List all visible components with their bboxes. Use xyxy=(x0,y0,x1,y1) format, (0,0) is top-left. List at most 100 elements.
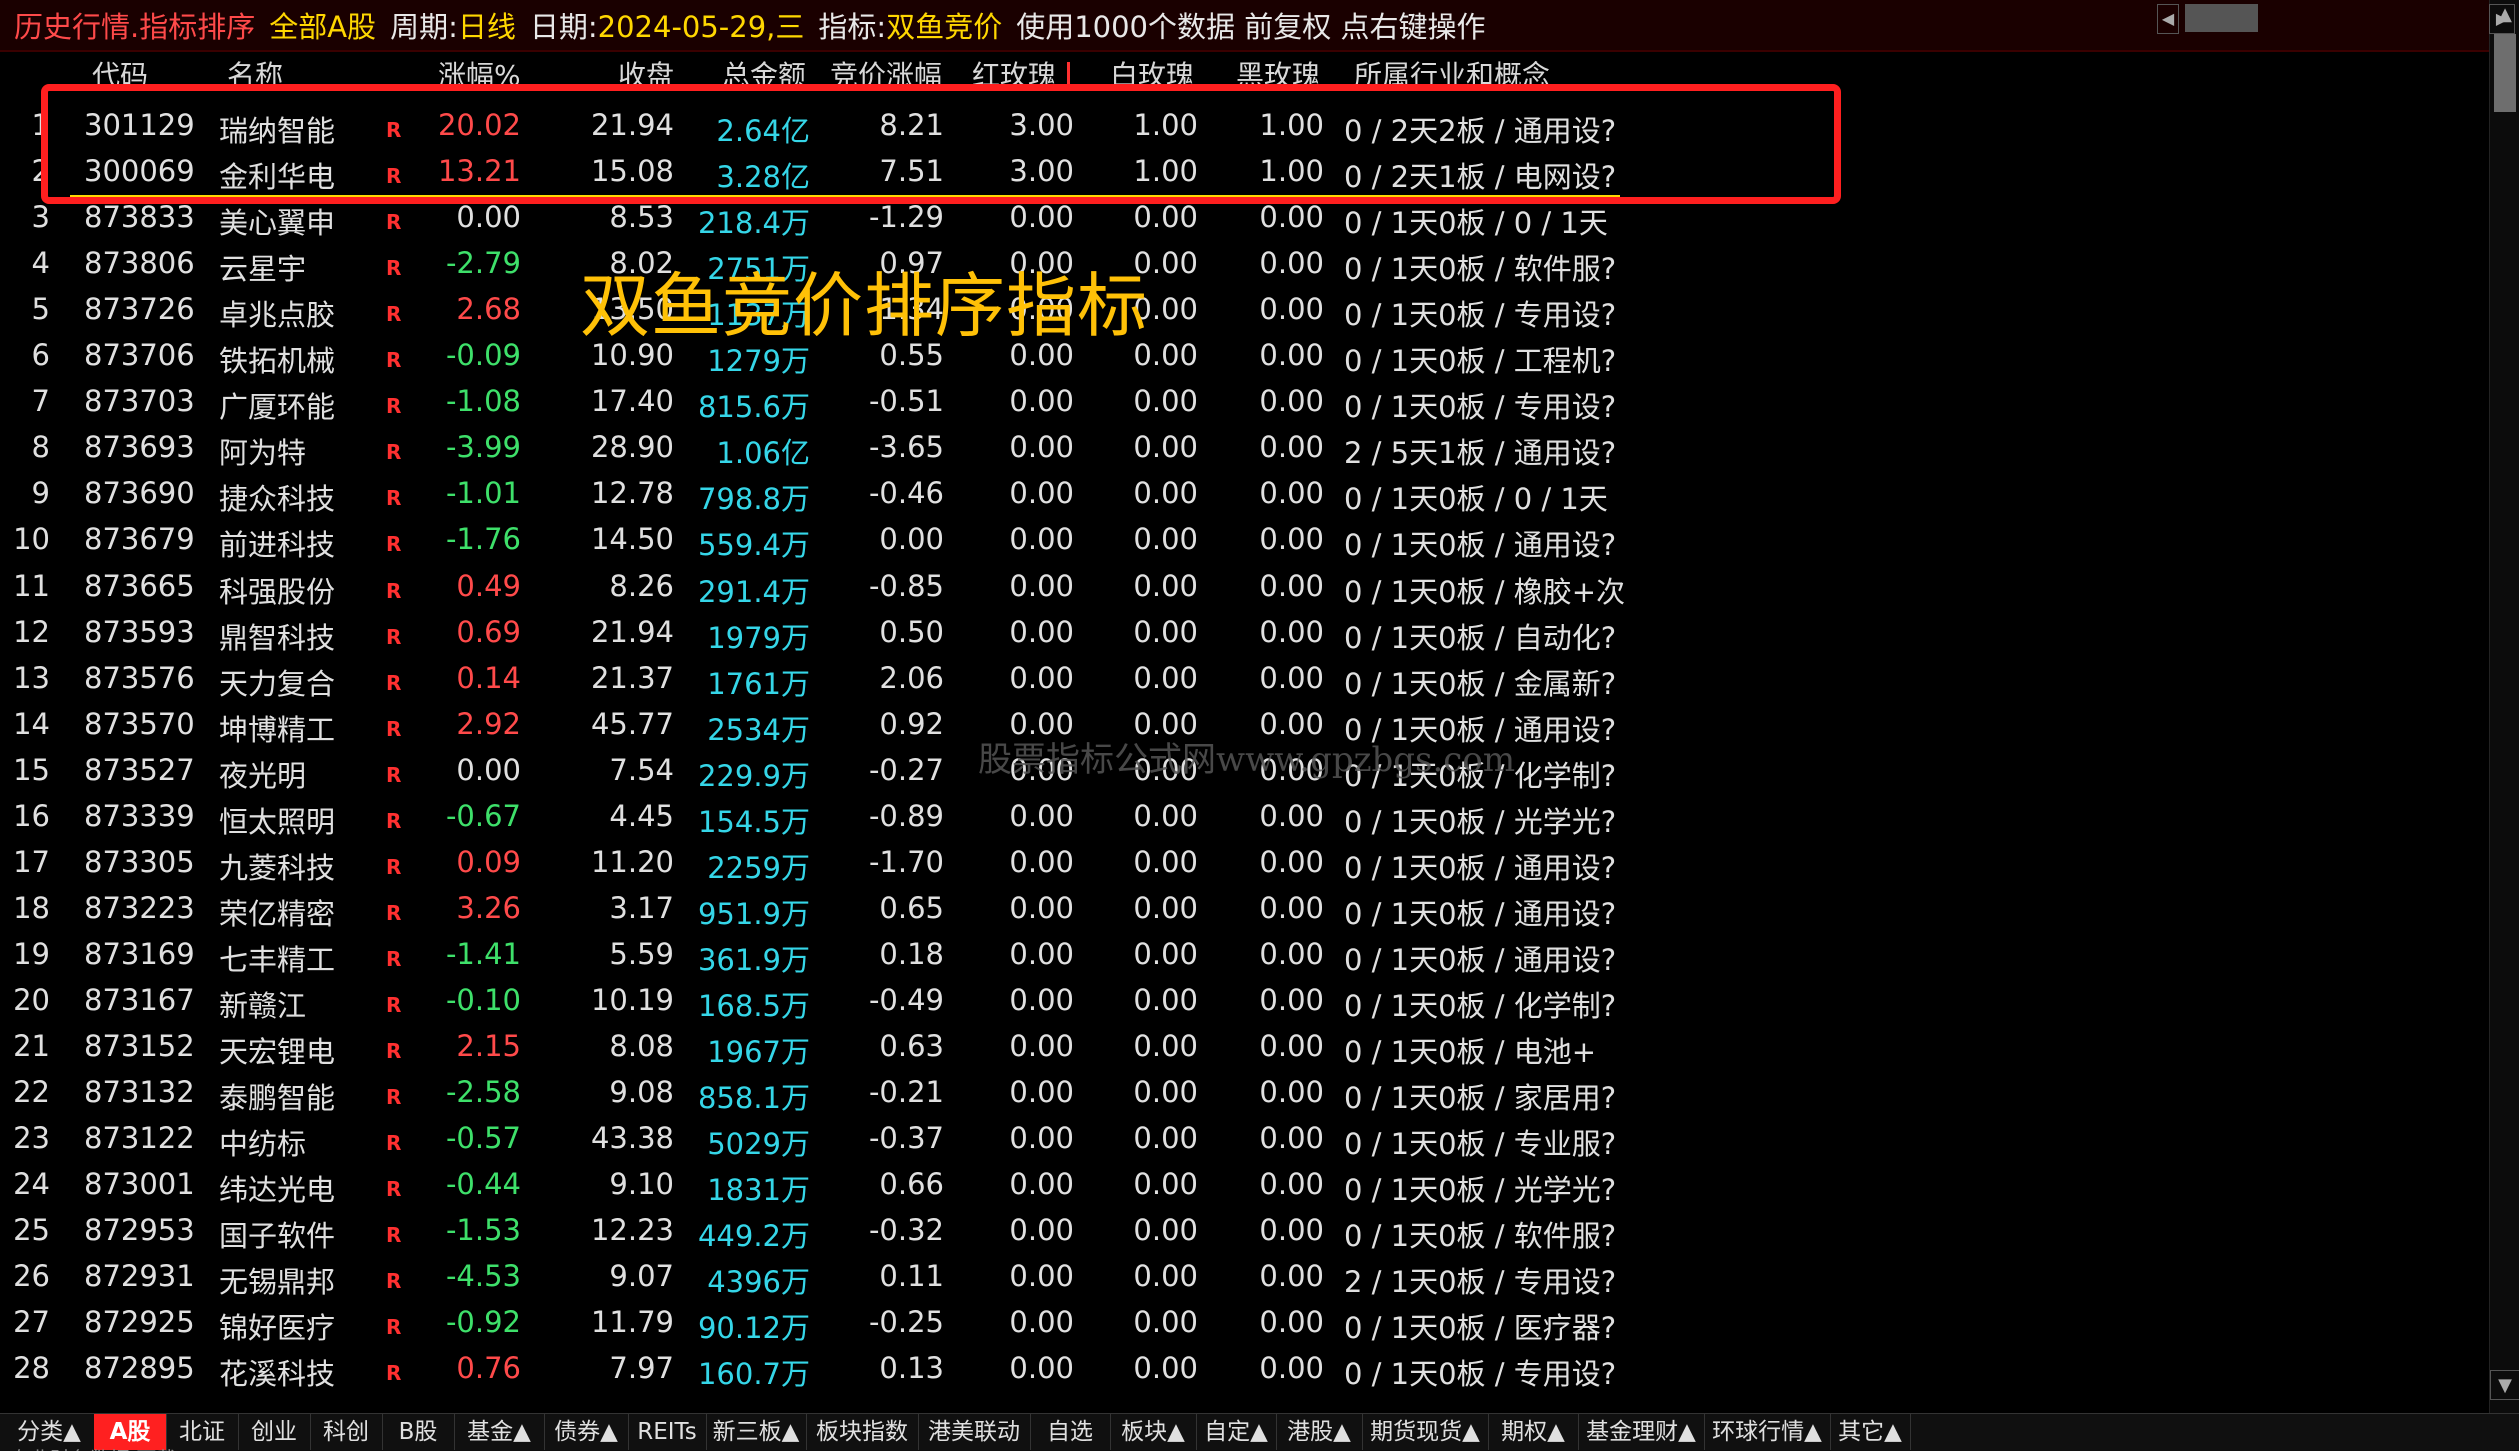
table-row[interactable]: 25 872953 国子软件 R -1.53 12.23 449.2万 -0.32 0.00 0.… xyxy=(0,1209,2480,1255)
row-index: 27 xyxy=(13,1305,50,1340)
black-rose: 0.00 xyxy=(1259,384,1324,419)
stock-name: 花溪科技 xyxy=(219,1357,336,1392)
table-row[interactable]: 8 873693 阿为特 R -3.99 28.90 1.06亿 -3.65 0.00 0.00 0… xyxy=(0,426,2480,472)
table-row[interactable]: 23 873122 中纺标 R -0.57 43.38 5029万 -0.37 0.00 0.00… xyxy=(0,1117,2480,1163)
black-rose: 0.00 xyxy=(1259,476,1324,511)
table-row[interactable]: 4 873806 云星宇 R -2.79 8.02 2751万 0.97 0.00 0.00 0.0… xyxy=(0,242,2480,288)
stock-code: 873570 xyxy=(84,706,195,741)
table-row[interactable]: 12 873593 鼎智科技 R 0.69 21.94 1979万 0.50 0.00 0.00 0… xyxy=(0,611,2480,657)
stock-name: 前进科技 xyxy=(219,528,336,563)
triangle-down-icon[interactable]: ▼ xyxy=(2490,1370,2519,1400)
stock-code: 873167 xyxy=(84,982,195,1017)
table-row[interactable]: 5 873726 卓兆点胶 R 2.68 13.50 1137万 1.34 0.00 0.00 0.… xyxy=(0,288,2480,334)
tab-9[interactable]: 新三板▲ xyxy=(706,1414,807,1450)
stock-code: 873726 xyxy=(84,292,195,327)
row-index: 10 xyxy=(13,522,50,557)
tab-15[interactable]: 港股▲ xyxy=(1276,1414,1363,1450)
table-row[interactable]: 17 873305 九菱科技 R 0.09 11.20 2259万 -1.70 0.00 0.00… xyxy=(0,841,2480,887)
table-row[interactable]: 18 873223 荣亿精密 R 3.26 3.17 951.9万 0.65 0.00 0.00 0… xyxy=(0,887,2480,933)
total-amount: 229.9万 xyxy=(697,758,810,793)
red-rose: 0.00 xyxy=(1009,1305,1074,1340)
black-rose: 0.00 xyxy=(1259,1167,1324,1202)
industry-concept: 2 / 5天1板 / 通用设? xyxy=(1344,436,1617,471)
red-rose: 0.00 xyxy=(1009,1259,1074,1294)
white-rose: 0.00 xyxy=(1133,982,1198,1017)
tab-6[interactable]: 基金▲ xyxy=(454,1414,545,1450)
tab-19[interactable]: 环球行情▲ xyxy=(1704,1414,1831,1450)
stock-code: 873339 xyxy=(84,798,195,833)
table-row[interactable]: 27 872925 锦好医疗 R -0.92 11.79 90.12万 -0.25 0.00 0.… xyxy=(0,1301,2480,1347)
tab-13[interactable]: 板块▲ xyxy=(1110,1414,1197,1450)
tab-17[interactable]: 期权▲ xyxy=(1488,1414,1579,1450)
tab-8[interactable]: REITs xyxy=(628,1414,707,1450)
auction-change: -3.65 xyxy=(868,430,944,465)
table-row[interactable]: 28 872895 花溪科技 R 0.76 7.97 160.7万 0.13 0.00 0.00 0… xyxy=(0,1347,2480,1393)
tab-16[interactable]: 期货现货▲ xyxy=(1362,1414,1489,1450)
tab-10[interactable]: 板块指数 xyxy=(806,1414,919,1450)
tab-12[interactable]: 自选 xyxy=(1030,1414,1111,1450)
row-index: 24 xyxy=(13,1167,50,1202)
table-row[interactable]: 19 873169 七丰精工 R -1.41 5.59 361.9万 0.18 0.00 0.00… xyxy=(0,933,2480,979)
auction-change: 2.06 xyxy=(879,660,944,695)
row-index: 18 xyxy=(13,890,50,925)
red-rose: 0.00 xyxy=(1009,1167,1074,1202)
table-row[interactable]: 21 873152 天宏锂电 R 2.15 8.08 1967万 0.63 0.00 0.00 0.… xyxy=(0,1025,2480,1071)
tab-4[interactable]: 科创 xyxy=(310,1414,383,1450)
tab-11[interactable]: 港美联动 xyxy=(918,1414,1031,1450)
market-label[interactable]: 全部A股 xyxy=(269,4,376,46)
change-pct: -0.09 xyxy=(445,338,521,373)
tab-14[interactable]: 自定▲ xyxy=(1196,1414,1277,1450)
change-pct: -0.57 xyxy=(445,1121,521,1156)
row-index: 14 xyxy=(13,706,50,741)
auction-change: 0.11 xyxy=(879,1259,944,1294)
table-row[interactable]: 9 873690 捷众科技 R -1.01 12.78 798.8万 -0.46 0.00 0.0… xyxy=(0,472,2480,518)
industry-concept: 0 / 1天0板 / 软件服? xyxy=(1344,1219,1617,1254)
black-rose: 0.00 xyxy=(1259,936,1324,971)
table-row[interactable]: 22 873132 泰鹏智能 R -2.58 9.08 858.1万 -0.21 0.00 0.0… xyxy=(0,1071,2480,1117)
black-rose: 0.00 xyxy=(1259,1075,1324,1110)
tab-3[interactable]: 创业 xyxy=(238,1414,311,1450)
industry-concept: 0 / 1天0板 / 通用设? xyxy=(1344,528,1617,563)
table-row[interactable]: 20 873167 新赣江 R -0.10 10.19 168.5万 -0.49 0.00 0.0… xyxy=(0,979,2480,1025)
total-amount: 160.7万 xyxy=(697,1357,810,1392)
industry-concept: 0 / 1天0板 / 金属新? xyxy=(1344,666,1617,701)
white-rose: 0.00 xyxy=(1133,1305,1198,1340)
table-row[interactable]: 26 872931 无锡鼎邦 R -4.53 9.07 4396万 0.11 0.00 0.00 0… xyxy=(0,1255,2480,1301)
tab-scroll-thumb[interactable] xyxy=(2185,4,2258,32)
tab-18[interactable]: 基金理财▲ xyxy=(1578,1414,1705,1450)
total-amount: 4396万 xyxy=(707,1265,810,1300)
table-row[interactable]: 13 873576 天力复合 R 0.14 21.37 1761万 2.06 0.00 0.00 0… xyxy=(0,657,2480,703)
row-index: 22 xyxy=(13,1075,50,1110)
period-value[interactable]: 日线 xyxy=(458,4,516,46)
table-row[interactable]: 10 873679 前进科技 R -1.76 14.50 559.4万 0.00 0.00 0.0… xyxy=(0,518,2480,564)
stock-name: 中纺标 xyxy=(219,1127,307,1162)
row-index: 12 xyxy=(13,614,50,649)
tab-2[interactable]: 北证 xyxy=(166,1414,239,1450)
table-row[interactable]: 11 873665 科强股份 R 0.49 8.26 291.4万 -0.85 0.00 0.00… xyxy=(0,565,2480,611)
black-rose: 0.00 xyxy=(1259,200,1324,235)
vertical-scrollbar[interactable]: ▲ ▼ xyxy=(2489,0,2519,1421)
table-row[interactable]: 6 873706 铁拓机械 R -0.09 10.90 1279万 0.55 0.00 0.00 0… xyxy=(0,334,2480,380)
stock-code: 873593 xyxy=(84,614,195,649)
table-row[interactable]: 16 873339 恒太照明 R -0.67 4.45 154.5万 -0.89 0.00 0.0… xyxy=(0,795,2480,841)
stock-name: 纬达光电 xyxy=(219,1173,336,1208)
scrollbar-thumb[interactable] xyxy=(2494,34,2516,112)
tab-5[interactable]: B股 xyxy=(382,1414,455,1450)
triangle-left-icon[interactable]: ◀ xyxy=(2157,4,2179,34)
stock-name: 国子软件 xyxy=(219,1219,336,1254)
stock-code: 873665 xyxy=(84,568,195,603)
mode-label[interactable]: 历史行情.指标排序 xyxy=(14,4,255,46)
date-value[interactable]: 2024-05-29,三 xyxy=(598,4,805,46)
indicator-value[interactable]: 双鱼竞价 xyxy=(886,4,1002,46)
change-pct: 0.76 xyxy=(456,1351,521,1386)
red-rose: 0.00 xyxy=(1009,430,1074,465)
stock-code: 873706 xyxy=(84,338,195,373)
tab-7[interactable]: 债券▲ xyxy=(544,1414,629,1450)
triangle-right-icon[interactable]: ▶ xyxy=(2489,4,2515,34)
table-row[interactable]: 7 873703 广厦环能 R -1.08 17.40 815.6万 -0.51 0.00 0.0… xyxy=(0,380,2480,426)
change-pct: -0.67 xyxy=(445,798,521,833)
industry-concept: 0 / 1天0板 / 通用设? xyxy=(1344,896,1617,931)
tab-20[interactable]: 其它▲ xyxy=(1830,1414,1911,1450)
total-amount: 2259万 xyxy=(707,850,810,885)
table-row[interactable]: 24 873001 纬达光电 R -0.44 9.10 1831万 0.66 0.00 0.00 0… xyxy=(0,1163,2480,1209)
